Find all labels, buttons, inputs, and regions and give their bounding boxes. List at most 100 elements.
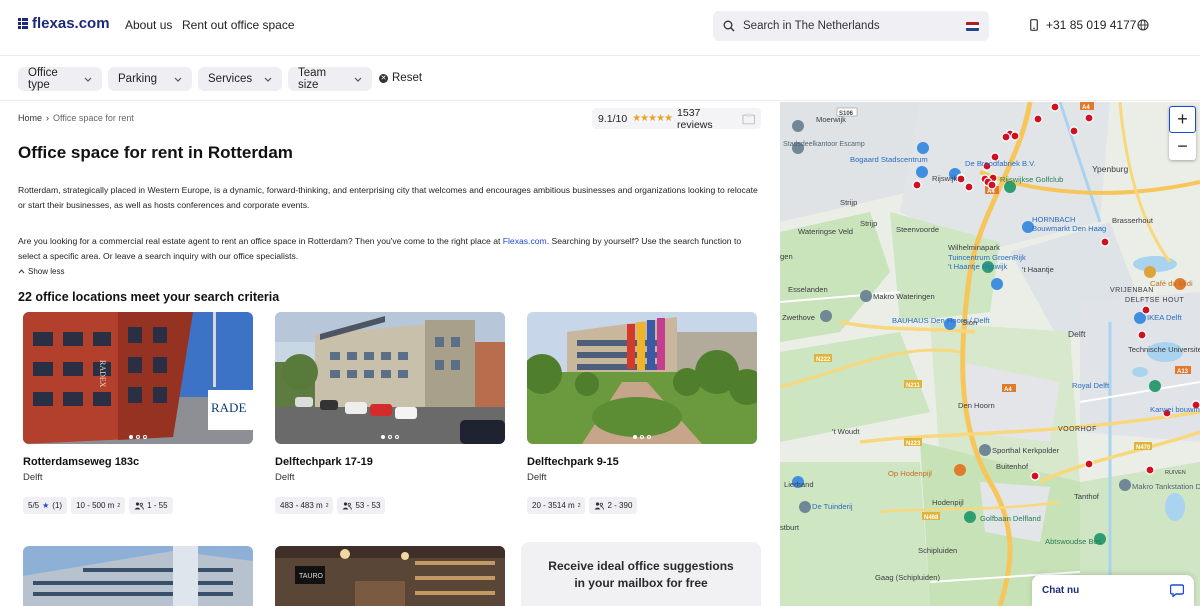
filter-services[interactable]: Services [198, 67, 282, 91]
zoom-out-button[interactable]: − [1169, 133, 1196, 160]
map-label: 't Woudt [832, 427, 860, 436]
search-input[interactable]: Search in The Netherlands [713, 11, 989, 41]
carousel-dots[interactable] [633, 435, 651, 439]
review-platform-icon [742, 113, 755, 124]
breadcrumb-home[interactable]: Home [18, 113, 42, 123]
carousel-dots[interactable] [381, 435, 399, 439]
office-photo[interactable] [527, 312, 757, 444]
map-label: Bogaard Stadscentrum [850, 155, 928, 164]
map-view[interactable]: A4 A4 N211 N222 N223 N468 N470 A13 S106 … [780, 102, 1200, 606]
map-label: Makro Tankstation De [1132, 482, 1200, 491]
capacity-range: 2 - 390 [607, 501, 633, 510]
map-label: Abtswoudse Bos [1045, 537, 1102, 546]
filter-bar: Office type Parking Services Team size ✕… [0, 57, 1200, 101]
road-label: N468 [924, 515, 939, 521]
rating-stars-icon: ★★★★★ [632, 113, 673, 124]
map-label: 't Haantje [1022, 265, 1054, 274]
road-label: A4 [1082, 105, 1090, 111]
map-label: Zwethove [782, 313, 815, 322]
map-label: Bouwmarkt Den Haag [1032, 224, 1106, 233]
capacity-chip: 2 - 390 [589, 497, 638, 514]
capacity-range: 53 - 53 [355, 501, 381, 510]
review-chip: 5/5 ★ (1) [23, 497, 68, 514]
road-label: N223 [906, 441, 921, 447]
carousel-dots[interactable] [129, 435, 147, 439]
office-photo[interactable]: TAURO [275, 546, 505, 606]
office-photo[interactable] [23, 546, 253, 606]
phone-icon [1030, 19, 1038, 31]
map-label: HORNBACH [1032, 215, 1075, 224]
office-name[interactable]: Delftechpark 9-15 [527, 456, 757, 468]
show-less-toggle[interactable]: Show less [18, 267, 64, 276]
road-label: N211 [906, 383, 921, 389]
map-label: Stadsdeelkantoor Escamp [783, 141, 865, 148]
map-label: Ypenburg [1092, 164, 1129, 174]
map-label: VRIJENBAN [1110, 287, 1154, 294]
people-icon [594, 501, 605, 510]
filter-office-type[interactable]: Office type [18, 67, 102, 91]
phone-link[interactable]: +31 85 019 4177 [1030, 18, 1136, 32]
road-label: A4 [987, 189, 995, 195]
intro-text: Are you looking for a commercial real es… [18, 236, 503, 246]
map-label: VOORHOF [1058, 426, 1097, 433]
map-zoom-controls: + − [1169, 106, 1196, 160]
office-card[interactable]: RADEX RADE Rotterdamseweg 183c Delft 5/5… [23, 312, 253, 514]
rating-badge[interactable]: 9.1/10 ★★★★★ 1537 reviews [592, 106, 761, 131]
netherlands-flag-icon[interactable] [966, 21, 979, 31]
minus-icon: − [1177, 136, 1188, 156]
map-label: Steenvoorde [896, 225, 939, 234]
office-card[interactable]: Delftechpark 17-19 Delft 483 - 483 m2 53… [275, 312, 505, 514]
office-city: Delft [527, 472, 547, 483]
map-label: Sion [962, 318, 977, 327]
map-label: Gaag (Schipluiden) [875, 573, 940, 582]
capacity-chip: 1 - 55 [129, 497, 173, 514]
site-header: flexas.com About us Rent out office spac… [0, 0, 1200, 56]
email-alert-promo[interactable]: Receive ideal office suggestions in your… [521, 542, 761, 606]
promo-line-2: in your mailbox for free [574, 576, 708, 590]
office-name[interactable]: Delftechpark 17-19 [275, 456, 505, 468]
map-label: Royal Delft [1072, 381, 1110, 390]
nav-rent-out-office[interactable]: Rent out office space [182, 18, 295, 32]
phone-number: +31 85 019 4177 [1046, 18, 1137, 32]
chevron-down-icon [354, 73, 362, 85]
chat-bubble-icon [1170, 584, 1184, 597]
review-score: 5/5 [28, 501, 40, 510]
language-globe-icon[interactable] [1137, 19, 1149, 31]
office-photo[interactable]: RADEX RADE [23, 312, 253, 444]
site-logo[interactable]: flexas.com [18, 15, 110, 32]
map-label: DELFTSE HOUT [1125, 297, 1185, 304]
flexas-link[interactable]: Flexas.com [503, 236, 547, 246]
filter-team-size[interactable]: Team size [288, 67, 372, 91]
map-label: Strijp [860, 219, 877, 228]
capacity-chip: 53 - 53 [337, 497, 386, 514]
map-label: Tuincentrum GroenRijk [948, 253, 1026, 262]
map-label: De Tuinderij [812, 502, 853, 511]
map-label: Rijswijkse Golfclub [1000, 175, 1063, 184]
map-label: Op Hodenpijl [888, 469, 932, 478]
building-sign-radex: RADEX [98, 360, 107, 388]
map-label: Tanthof [1074, 492, 1100, 501]
office-card[interactable]: Delftechpark 9-15 Delft 20 - 3514 m2 2 -… [527, 312, 757, 514]
zoom-in-button[interactable]: + [1169, 106, 1196, 133]
filter-parking[interactable]: Parking [108, 67, 192, 91]
intro-paragraph-1: Rotterdam, strategically placed in Weste… [18, 185, 758, 210]
nav-about-us[interactable]: About us [125, 18, 172, 32]
map-label: Moerwijk [816, 115, 846, 124]
logo-text: flexas.com [32, 15, 110, 32]
office-city: Delft [23, 472, 43, 483]
map-label: RUIVEN [1165, 470, 1186, 476]
map-label: Makro Wateringen [873, 292, 935, 301]
office-name[interactable]: Rotterdamseweg 183c [23, 456, 253, 468]
size-chip: 483 - 483 m2 [275, 497, 334, 514]
map-label: 't Haantje Rijswijk [948, 262, 1007, 271]
road-label: A4 [1004, 387, 1012, 393]
size-range: 483 - 483 m [280, 501, 323, 510]
office-photo[interactable] [275, 312, 505, 444]
map-label: Schipluiden [918, 546, 957, 555]
map-label: Wateringse Veld [798, 227, 853, 236]
reset-filters-button[interactable]: ✕ Reset [379, 72, 422, 84]
search-placeholder: Search in The Netherlands [743, 20, 880, 32]
chat-widget-button[interactable]: Chat nu [1032, 575, 1194, 606]
review-count: 1537 reviews [677, 106, 713, 131]
chevron-up-icon [18, 269, 25, 274]
